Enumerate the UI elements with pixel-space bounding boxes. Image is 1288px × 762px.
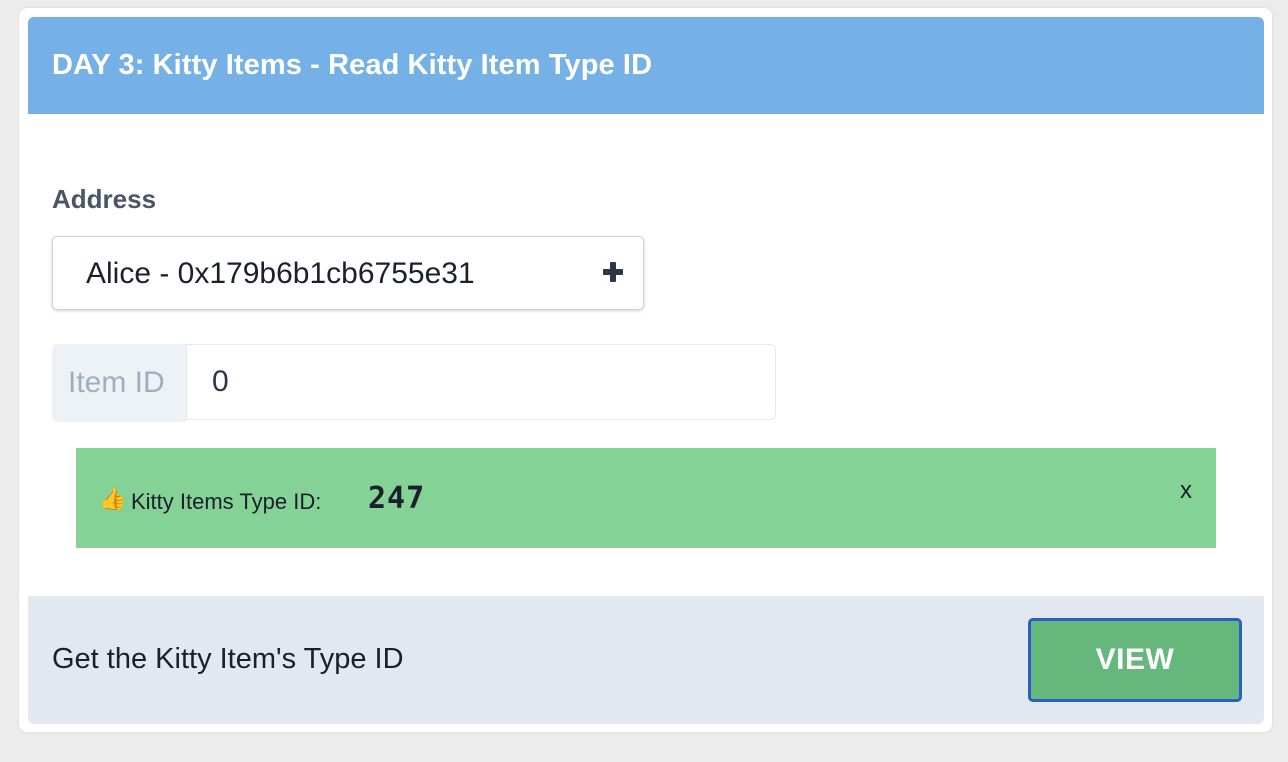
view-button[interactable]: VIEW [1028, 618, 1242, 702]
script-card: DAY 3: Kitty Items - Read Kitty Item Typ… [28, 17, 1264, 724]
card-footer: Get the Kitty Item's Type ID VIEW [28, 596, 1264, 724]
item-id-label: Item ID [68, 366, 165, 399]
thumbs-up-icon: 👍 [99, 486, 127, 511]
address-select[interactable]: Alice - 0x179b6b1cb6755e31 [52, 236, 644, 310]
result-value: 247 [368, 481, 426, 516]
result-label: Kitty Items Type ID: [131, 489, 322, 514]
item-id-input-group: Item ID [52, 344, 778, 422]
footer-description: Get the Kitty Item's Type ID [52, 643, 404, 675]
item-id-prefix: Item ID [52, 344, 186, 422]
address-selected-value: Alice - 0x179b6b1cb6755e31 [86, 257, 475, 290]
plus-icon[interactable] [603, 262, 623, 282]
address-label: Address [52, 184, 157, 214]
alert-close-button[interactable]: x [1174, 476, 1198, 506]
card-header: DAY 3: Kitty Items - Read Kitty Item Typ… [28, 17, 1264, 114]
item-id-input[interactable] [186, 344, 776, 420]
result-alert: 👍 Kitty Items Type ID: 247 x [76, 448, 1216, 548]
card-title: DAY 3: Kitty Items - Read Kitty Item Typ… [52, 49, 653, 81]
